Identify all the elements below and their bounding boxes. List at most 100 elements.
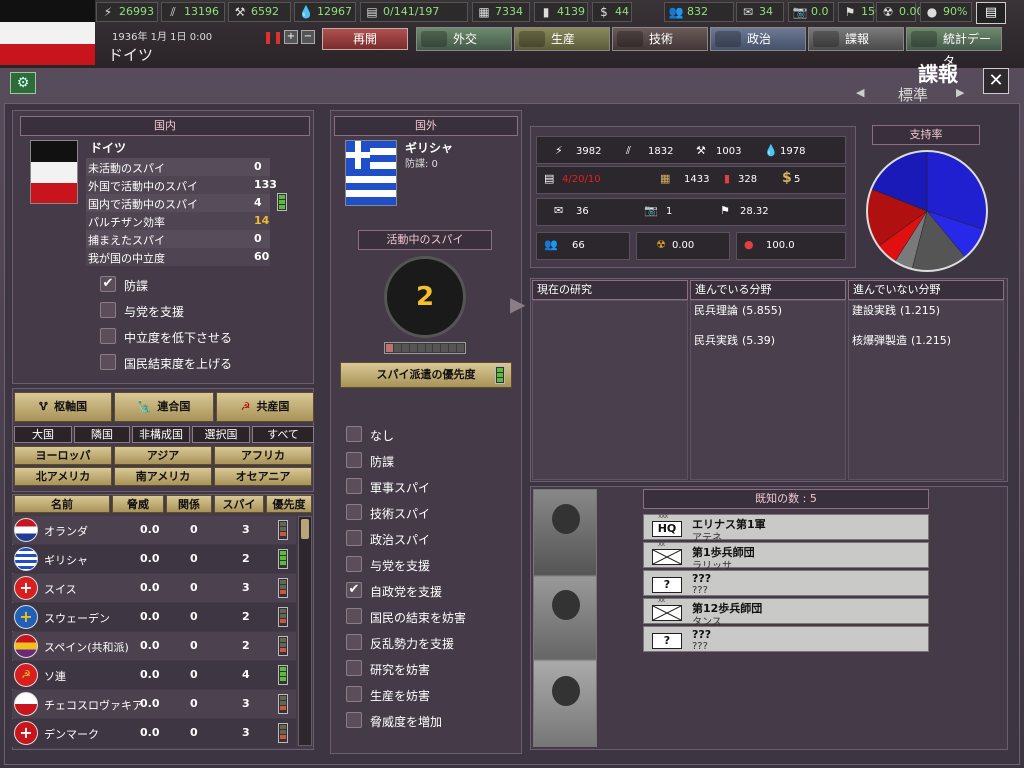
pause-icon[interactable]: ❚❚ bbox=[263, 30, 283, 44]
domestic-mission-checkbox[interactable] bbox=[100, 328, 116, 344]
unit-name: ??? bbox=[692, 572, 712, 585]
resource-metal: ⫽ 13196 bbox=[161, 2, 225, 22]
filter-axis-button[interactable]: 🜉 枢軸国 bbox=[14, 392, 112, 422]
filter-button[interactable]: 非構成国 bbox=[132, 426, 190, 443]
foreign-energy: 3982 bbox=[576, 146, 602, 157]
priority-indicator[interactable] bbox=[278, 665, 288, 685]
foreign-mission-checkbox[interactable] bbox=[346, 634, 362, 650]
region-filter-button[interactable]: アジア bbox=[114, 446, 212, 465]
resource-rare-materials: ⚒ 6592 bbox=[228, 2, 291, 22]
settings-gear-icon[interactable]: ⚙ bbox=[10, 72, 36, 94]
behind-fields-header: 進んでいない分野 bbox=[848, 280, 1004, 300]
speed-up-button[interactable]: + bbox=[284, 30, 298, 44]
foreign-fuel: 328 bbox=[738, 174, 758, 185]
foreign-mission-checkbox[interactable] bbox=[346, 426, 362, 442]
region-filter-button[interactable]: オセアニア bbox=[214, 467, 312, 486]
foreign-mission-checkbox[interactable] bbox=[346, 686, 362, 702]
priority-indicator[interactable] bbox=[278, 694, 288, 714]
foreign-mission-checkbox[interactable] bbox=[346, 530, 362, 546]
table-header-cell[interactable]: 優先度 bbox=[266, 495, 312, 513]
spy-progress-bar bbox=[384, 342, 466, 354]
domestic-stat-row: 捕まえたスパイ 0 bbox=[86, 230, 270, 248]
table-header-cell[interactable]: 名前 bbox=[14, 495, 110, 513]
filter-button[interactable]: 隣国 bbox=[74, 426, 130, 443]
known-unit-row[interactable]: xx 第1歩兵師団 ラリッサ bbox=[643, 540, 929, 572]
table-header-cell[interactable]: 関係 bbox=[166, 495, 212, 513]
priority-indicator[interactable] bbox=[278, 520, 288, 540]
resume-button[interactable]: 再開 bbox=[322, 28, 408, 50]
region-filter-button[interactable]: ヨーロッパ bbox=[14, 446, 112, 465]
player-flag[interactable] bbox=[0, 0, 95, 65]
tab-diplomacy[interactable]: 外交 bbox=[416, 27, 512, 51]
table-row[interactable]: + スウェーデン 0.0 0 2 bbox=[12, 603, 296, 631]
production-tab-icon bbox=[519, 31, 545, 47]
region-filter-button[interactable]: 南アメリカ bbox=[114, 467, 212, 486]
allies-icon: 🗽 bbox=[137, 400, 152, 413]
foreign-mission-checkbox[interactable] bbox=[346, 478, 362, 494]
filter-button[interactable]: 大国 bbox=[14, 426, 72, 443]
tab-production[interactable]: 生産 bbox=[514, 27, 610, 51]
priority-indicator[interactable] bbox=[278, 636, 288, 656]
table-row[interactable]: + デンマーク 0.0 0 3 bbox=[12, 719, 296, 747]
priority-indicator[interactable] bbox=[278, 578, 288, 598]
foreign-mission-checkbox[interactable] bbox=[346, 660, 362, 676]
known-unit-row[interactable]: ??????? bbox=[643, 570, 929, 596]
active-spies-label: 活動中のスパイ bbox=[358, 230, 492, 250]
table-row[interactable]: ギリシャ 0.0 0 2 bbox=[12, 545, 296, 573]
priority-indicator[interactable] bbox=[278, 723, 288, 743]
navy-portrait bbox=[552, 676, 580, 706]
domestic-mission-checkbox[interactable] bbox=[100, 302, 116, 318]
table-row[interactable]: + スイス 0.0 0 3 bbox=[12, 574, 296, 602]
country-flag-icon bbox=[14, 547, 38, 571]
next-arrow-icon[interactable]: ▶ bbox=[956, 86, 964, 99]
domestic-mission-checkbox[interactable] bbox=[100, 354, 116, 370]
resource-oil: 💧 12967 bbox=[294, 2, 356, 22]
known-unit-row[interactable]: xx 第12歩兵師団 タンス bbox=[643, 596, 929, 628]
foreign-mission-checkbox[interactable] bbox=[346, 712, 362, 728]
tab-politics[interactable]: 政治 bbox=[710, 27, 806, 51]
tab-statistics[interactable]: 統計データ bbox=[906, 27, 1002, 68]
country-spies: 3 bbox=[242, 697, 250, 710]
resource-threat: ☢ 0.00 bbox=[876, 2, 924, 22]
table-row[interactable]: ☭ ソ連 0.0 0 4 bbox=[12, 661, 296, 689]
foreign-mission-checkbox[interactable] bbox=[346, 556, 362, 572]
filter-button[interactable]: 選択国 bbox=[192, 426, 250, 443]
expand-arrow-icon[interactable]: ▶ bbox=[510, 292, 525, 316]
screen-title: 諜報 bbox=[918, 62, 958, 86]
table-row[interactable]: チェコスロヴァキア 0.0 0 3 bbox=[12, 690, 296, 718]
table-row[interactable]: オランダ 0.0 0 3 bbox=[12, 516, 296, 544]
spy-priority-button[interactable]: スパイ派遣の優先度 bbox=[340, 362, 512, 388]
region-filter-button[interactable]: 北アメリカ bbox=[14, 467, 112, 486]
table-scrollbar[interactable] bbox=[298, 516, 312, 746]
speed-down-button[interactable]: − bbox=[301, 30, 315, 44]
region-filter-button[interactable]: アフリカ bbox=[214, 446, 312, 465]
money-icon: $ bbox=[600, 5, 608, 19]
rare-materials-icon: ⚒ bbox=[234, 5, 246, 19]
foreign-mission-checkbox[interactable] bbox=[346, 608, 362, 624]
foreign-counter-intel: 防諜: 0 bbox=[405, 159, 438, 170]
country-threat: 0.0 bbox=[140, 639, 160, 652]
filter-allies-button[interactable]: 🗽 連合国 bbox=[114, 392, 214, 422]
domestic-stat-value: 0 bbox=[254, 160, 262, 173]
energy-icon: ⚡ bbox=[103, 5, 113, 19]
table-header-cell[interactable]: スパイ bbox=[214, 495, 264, 513]
filter-button[interactable]: すべて bbox=[252, 426, 314, 443]
scrollbar-thumb[interactable] bbox=[301, 519, 309, 539]
domestic-mission-checkbox[interactable]: ✔ bbox=[100, 276, 116, 292]
tab-intelligence[interactable]: 諜報 bbox=[808, 27, 904, 51]
priority-indicator[interactable] bbox=[278, 549, 288, 569]
menu-icon[interactable]: ▤ bbox=[976, 2, 1006, 24]
domestic-country-name: ドイツ bbox=[90, 141, 127, 155]
priority-indicator[interactable] bbox=[278, 607, 288, 627]
table-row[interactable]: スペイン(共和派) 0.0 0 2 bbox=[12, 632, 296, 660]
foreign-mission-checkbox[interactable] bbox=[346, 452, 362, 468]
filter-comintern-button[interactable]: ☭ 共産国 bbox=[216, 392, 314, 422]
foreign-mission-checkbox[interactable] bbox=[346, 504, 362, 520]
known-unit-row[interactable]: xxx HQ エリナス第1軍 アテネ bbox=[643, 512, 929, 544]
foreign-mission-label: 生産を妨害 bbox=[370, 689, 431, 703]
known-unit-row[interactable]: ??????? bbox=[643, 626, 929, 652]
table-header-cell[interactable]: 脅威 bbox=[112, 495, 164, 513]
foreign-mission-checkbox[interactable]: ✔ bbox=[346, 582, 362, 598]
tab-technology[interactable]: 技術 bbox=[612, 27, 708, 51]
close-button[interactable]: ✕ bbox=[983, 68, 1009, 94]
